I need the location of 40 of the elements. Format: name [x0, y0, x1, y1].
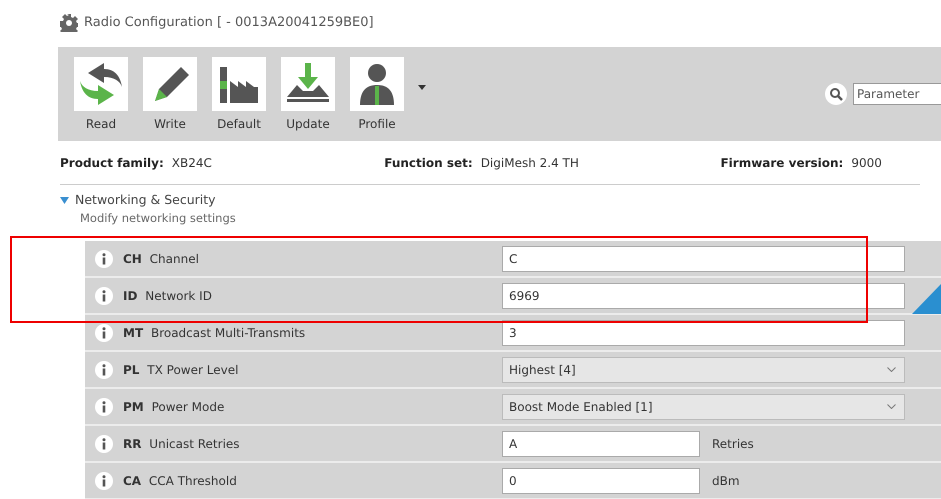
parameter-label: CA CCA Threshold [123, 472, 237, 490]
info-icon[interactable] [95, 434, 113, 452]
input-field[interactable]: 3 [502, 320, 905, 346]
gear-icon [60, 14, 78, 32]
expand-triangle-icon[interactable] [60, 196, 69, 204]
info-value: DigiMesh 2.4 TH [480, 154, 579, 172]
input-field[interactable]: 6969 [502, 282, 905, 308]
dropdown[interactable]: Boost Mode Enabled [1] [502, 394, 905, 420]
info-icon[interactable] [95, 398, 113, 416]
parameter-label: RR Unicast Retries [123, 436, 240, 452]
info-value: XB24C [172, 154, 212, 172]
chevron-down-icon [887, 404, 896, 409]
parameter-label: ID Network ID [123, 288, 212, 304]
input-field[interactable]: 0 [502, 468, 700, 494]
input-field[interactable]: A [502, 430, 700, 456]
caret-icon[interactable] [418, 85, 426, 90]
window-title: Radio Configuration [ - 0013A20041259BE0] [84, 14, 374, 32]
info-value: 9000 [851, 154, 882, 172]
section-title[interactable]: Networking & Security [75, 191, 216, 210]
info-icon[interactable] [95, 286, 113, 304]
chevron-down-icon [887, 367, 896, 372]
parameter-label: PM Power Mode [123, 398, 224, 416]
parameter-label: PL TX Power Level [123, 362, 238, 378]
input-field[interactable]: C [502, 246, 905, 272]
search-icon[interactable] [825, 83, 847, 105]
info-icon[interactable] [95, 360, 113, 378]
info-icon[interactable] [95, 324, 113, 342]
unit-label: Retries [712, 436, 754, 452]
unit-label: dBm [712, 472, 740, 490]
info-label: Firmware version: [720, 154, 844, 172]
info-icon[interactable] [95, 250, 113, 268]
parameter-label: MT Broadcast Multi-Transmits [123, 324, 306, 342]
info-label: Product family: [60, 154, 164, 172]
search-field[interactable]: Parameter [853, 83, 941, 105]
info-label: Function set: [384, 154, 473, 172]
section-subtitle: Modify networking settings [79, 210, 237, 227]
dropdown[interactable]: Highest [4] [502, 356, 905, 382]
info-icon[interactable] [95, 472, 113, 490]
triangle-icon [912, 284, 941, 314]
parameter-label: CH Channel [123, 250, 199, 268]
